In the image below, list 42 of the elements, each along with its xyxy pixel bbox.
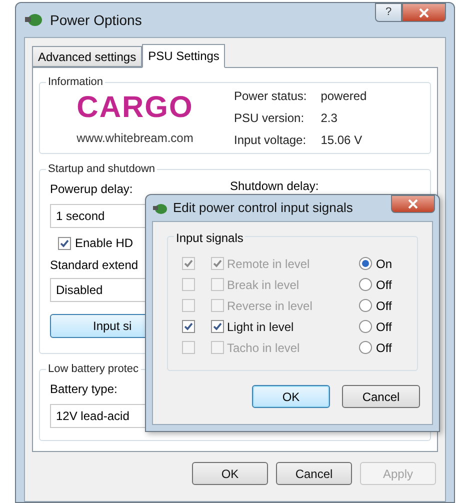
field-label: PSU version: <box>234 110 306 127</box>
dialog-button[interactable]: OK <box>192 462 268 485</box>
radio-label: Off <box>376 340 392 356</box>
tab[interactable]: PSU Settings <box>142 44 226 68</box>
field-value: 15.06 V <box>320 132 364 149</box>
group-title: Startup and shutdown <box>46 161 158 178</box>
group-title: Low battery protec <box>46 361 140 378</box>
checkbox-label: Tacho in level <box>227 340 301 356</box>
field-label: Power status: <box>234 88 307 105</box>
checkbox[interactable] <box>211 320 224 333</box>
help-button[interactable]: ? <box>375 3 402 22</box>
logo: CARGO <box>76 93 194 123</box>
field-label: Battery type: <box>50 381 118 398</box>
checkbox-label: Break in level <box>227 276 300 294</box>
field-label: Powerup delay: <box>50 181 134 198</box>
checkbox-label: Light in level <box>227 318 295 336</box>
dialog-button[interactable]: Cancel <box>342 385 420 408</box>
close-icon <box>418 8 430 18</box>
tab[interactable]: Advanced settings <box>32 46 142 67</box>
field-label: Shutdown delay: <box>230 178 319 195</box>
window-title: Power Options <box>50 10 142 30</box>
close-button[interactable] <box>402 3 446 22</box>
checkbox[interactable] <box>182 320 195 333</box>
radio-button[interactable] <box>359 320 372 333</box>
dialog-button[interactable]: OK <box>252 385 330 408</box>
checkbox[interactable] <box>58 236 71 250</box>
dialog-button[interactable]: Cancel <box>276 462 352 485</box>
plug-icon <box>24 11 44 29</box>
radio-label: On <box>376 256 392 272</box>
field-label: Standard extend <box>50 257 138 274</box>
checkbox-label: Reverse in level <box>227 298 314 314</box>
checkbox-label: Enable HD <box>75 235 134 252</box>
radio-label: Off <box>376 298 392 314</box>
close-icon <box>407 199 419 209</box>
field-label: Input voltage: <box>234 132 307 149</box>
website-link[interactable]: www.whitebream.com <box>76 129 194 147</box>
radio-label: Off <box>376 276 392 294</box>
radio-label: Off <box>376 318 392 336</box>
field-value: 2.3 <box>320 110 338 127</box>
close-button[interactable] <box>391 195 435 213</box>
field-value: powered <box>320 88 367 105</box>
checkbox-label: Remote in level <box>227 256 311 272</box>
